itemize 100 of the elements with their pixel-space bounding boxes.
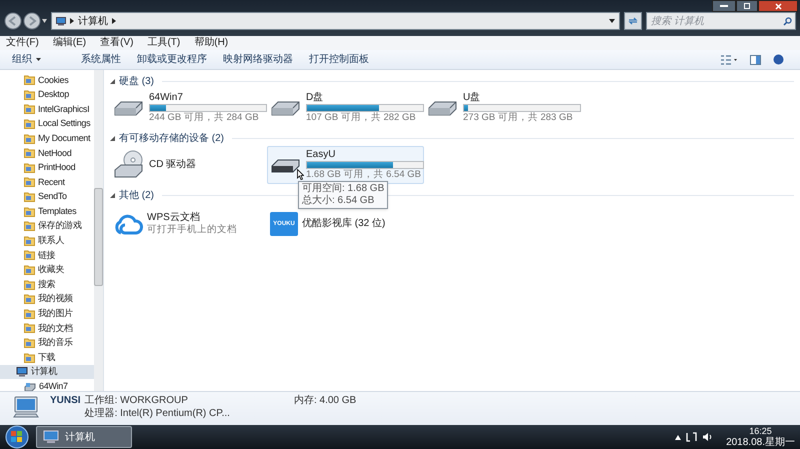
sidebar-item[interactable]: 计算机 xyxy=(0,364,94,380)
history-caret-icon[interactable] xyxy=(42,19,47,23)
menu-item[interactable]: 编辑(E) xyxy=(52,37,86,49)
sidebar-item[interactable]: My Document xyxy=(0,131,94,146)
folder-icon xyxy=(24,352,35,363)
menu-item[interactable]: 帮助(H) xyxy=(194,37,228,49)
detail-field: 内存: 4.00 GB xyxy=(294,395,356,407)
group-heading[interactable]: 有可移动存储的设备 (2) xyxy=(119,131,224,146)
folder-icon xyxy=(24,250,35,260)
restore-button[interactable] xyxy=(736,0,758,12)
folder-icon xyxy=(24,236,35,246)
drive-tile[interactable]: WPS云文档 可打开手机上的文档 xyxy=(110,205,267,243)
folder-icon xyxy=(24,134,35,144)
sidebar-item[interactable]: Cookies xyxy=(0,73,94,88)
menu-item[interactable]: 文件(F) xyxy=(6,37,39,49)
view-options-icon[interactable] xyxy=(720,54,738,64)
back-button[interactable] xyxy=(4,12,22,30)
search-icon xyxy=(783,17,792,26)
cd-drive-icon xyxy=(113,150,145,180)
scrollbar[interactable] xyxy=(94,70,103,391)
speaker-icon[interactable] xyxy=(702,432,714,442)
menu-item[interactable]: 工具(T) xyxy=(147,37,180,49)
collapse-arrow-icon[interactable] xyxy=(110,193,115,198)
sidebar-item[interactable]: 64Win7 xyxy=(0,379,94,391)
sidebar-item[interactable]: 收藏夹 xyxy=(0,262,94,278)
tooltip-line: 可用空间: 1.68 GB xyxy=(302,183,384,194)
tooltip-line: 总大小: 6.54 GB xyxy=(302,195,376,207)
folder-icon xyxy=(24,308,35,319)
folder-icon xyxy=(24,280,35,290)
menu-item[interactable]: 查看(V) xyxy=(100,37,134,49)
collapse-arrow-icon[interactable] xyxy=(110,136,115,141)
toolbar-button[interactable]: 映射网络驱动器 xyxy=(221,52,295,67)
folder-icon xyxy=(24,162,35,173)
detail-field: 处理器: Intel(R) Pentium(R) CP... xyxy=(84,408,230,420)
sidebar-item[interactable]: PrintHood xyxy=(0,160,94,176)
close-icon xyxy=(774,2,782,10)
search-field[interactable]: 搜索 计算机 xyxy=(646,12,796,30)
minimize-button[interactable] xyxy=(712,0,736,12)
folder-icon xyxy=(24,177,35,188)
drive-name: EasyU xyxy=(306,149,336,161)
close-button[interactable] xyxy=(758,0,798,12)
group-heading[interactable]: 其他 (2) xyxy=(119,188,154,203)
sidebar-item[interactable]: Desktop xyxy=(0,88,94,102)
sidebar-item[interactable]: Templates xyxy=(0,204,94,219)
toolbar-button[interactable]: 系统属性 xyxy=(79,52,123,67)
refresh-button[interactable] xyxy=(624,12,642,30)
folder-icon xyxy=(24,323,35,334)
refresh-icon xyxy=(628,16,638,26)
sidebar-item[interactable]: 我的文档 xyxy=(0,321,94,336)
computer-icon xyxy=(16,367,28,378)
clock-date: 2018.08.星期一 xyxy=(726,437,795,448)
sidebar-item[interactable]: SendTo xyxy=(0,190,94,204)
folder-icon xyxy=(24,75,35,86)
sidebar-item[interactable]: 我的视频 xyxy=(0,292,94,306)
drive-name: 64Win7 xyxy=(149,92,184,104)
drive-tile[interactable]: D盘 107 GB 可用，共 282 GB xyxy=(267,89,424,127)
drive-name: CD 驱动器 xyxy=(149,159,198,171)
drive-name: WPS云文档 xyxy=(147,212,201,224)
sidebar-item[interactable]: 我的音乐 xyxy=(0,336,94,350)
forward-button[interactable] xyxy=(23,12,41,30)
drive-info: 107 GB 可用，共 282 GB xyxy=(306,112,417,124)
drive-tile[interactable]: 64Win7 244 GB 可用，共 284 GB xyxy=(110,89,267,127)
show-hidden-icons-icon[interactable] xyxy=(675,434,682,440)
drive-info: 1.68 GB 可用，共 6.54 GB xyxy=(306,169,421,181)
drive-info: 可打开手机上的文档 xyxy=(147,224,238,236)
taskbar-button[interactable]: 计算机 xyxy=(36,426,132,448)
sidebar-item[interactable]: NetHood xyxy=(0,146,94,161)
drive-tile[interactable]: U盘 273 GB 可用，共 283 GB xyxy=(424,89,581,127)
computer-name: YUNSI xyxy=(50,395,81,407)
sidebar-item[interactable]: 我的图片 xyxy=(0,306,94,322)
address-bar[interactable]: 计算机 xyxy=(51,12,620,30)
sidebar-item[interactable]: 链接 xyxy=(0,248,94,263)
folder-icon xyxy=(24,192,35,202)
computer-icon xyxy=(56,16,66,26)
toolbar-button[interactable]: 组织 xyxy=(10,52,43,67)
breadcrumb-item[interactable]: 计算机 xyxy=(78,14,108,28)
sidebar-item[interactable]: IntelGraphicsI xyxy=(0,102,94,117)
drive-info: 273 GB 可用，共 283 GB xyxy=(463,112,574,124)
drive-name: U盘 xyxy=(463,92,482,104)
preview-pane-icon[interactable] xyxy=(750,54,761,64)
folder-icon xyxy=(24,104,35,114)
dropdown-caret-icon[interactable] xyxy=(609,19,615,23)
breadcrumb-arrow-icon[interactable] xyxy=(70,18,74,24)
sidebar-item[interactable]: Recent xyxy=(0,175,94,190)
cloud-icon xyxy=(113,213,143,235)
sidebar-item[interactable]: 下载 xyxy=(0,350,94,365)
drive-name: D盘 xyxy=(306,92,324,104)
sidebar-item[interactable]: Local Settings xyxy=(0,116,94,132)
sidebar-item[interactable]: 保存的游戏 xyxy=(0,218,94,234)
collapse-arrow-icon[interactable] xyxy=(110,79,115,84)
detail-field: 工作组: WORKGROUP xyxy=(84,395,230,407)
breadcrumb-arrow-icon[interactable] xyxy=(112,18,116,24)
caret-icon xyxy=(36,58,41,61)
sidebar-item[interactable]: 联系人 xyxy=(0,234,94,248)
sidebar-item[interactable]: 搜索 xyxy=(0,277,94,292)
toolbar-button[interactable]: 打开控制面板 xyxy=(307,52,371,67)
group-heading[interactable]: 硬盘 (3) xyxy=(119,74,154,89)
drive-info: 244 GB 可用，共 284 GB xyxy=(149,112,260,124)
toolbar-button[interactable]: 卸载或更改程序 xyxy=(135,52,209,67)
drive-tile[interactable]: CD 驱动器 xyxy=(110,146,267,184)
